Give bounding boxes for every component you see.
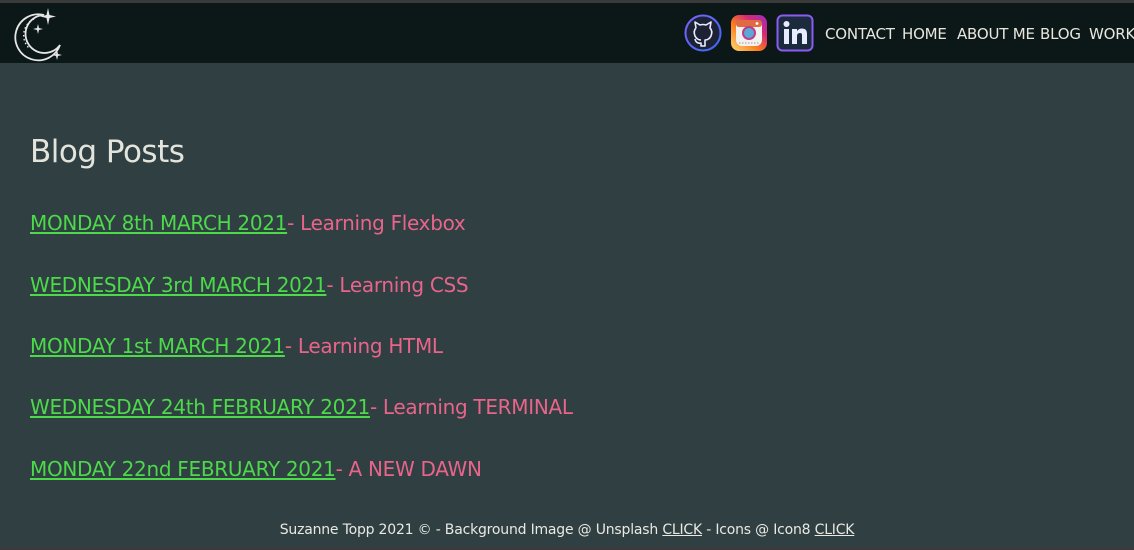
blog-post-item: MONDAY 1st MARCH 2021- Learning HTML — [30, 334, 443, 358]
footer: Suzanne Topp 2021 © - Background Image @… — [0, 522, 1134, 538]
icon8-credit-link[interactable]: CLICK — [815, 522, 855, 538]
post-title: - Learning CSS — [326, 273, 469, 297]
footer-icons-text: - Icons @ Icon8 — [701, 522, 815, 538]
blog-post-item: MONDAY 22nd FEBRUARY 2021- A NEW DAWN — [30, 457, 482, 481]
post-title: - Learning HTML — [284, 334, 443, 358]
blog-post-item: MONDAY 8th MARCH 2021- Learning Flexbox — [30, 211, 466, 235]
nav-work-link[interactable]: WORK — [1089, 25, 1134, 43]
post-title: - Learning TERMINAL — [369, 395, 573, 419]
nav-about-link[interactable]: ABOUT ME — [957, 25, 1035, 43]
post-date-link[interactable]: MONDAY 8th MARCH 2021 — [30, 211, 287, 235]
post-date-link[interactable]: WEDNESDAY 3rd MARCH 2021 — [30, 273, 327, 297]
nav-contact-link[interactable]: CONTACT — [825, 25, 895, 43]
footer-credit-text: Suzanne Topp 2021 © - Background Image @… — [279, 522, 663, 538]
post-date-link[interactable]: MONDAY 22nd FEBRUARY 2021 — [30, 457, 336, 481]
nav-blog-link[interactable]: BLOG — [1040, 25, 1081, 43]
page-title: Blog Posts — [30, 134, 185, 170]
post-title: - Learning Flexbox — [287, 211, 466, 235]
blog-post-item: WEDNESDAY 24th FEBRUARY 2021- Learning T… — [30, 395, 573, 419]
unsplash-credit-link[interactable]: CLICK — [662, 522, 702, 538]
main-nav: CONTACT HOME ABOUT ME BLOG WORK — [0, 3, 1134, 63]
blog-post-item: WEDNESDAY 3rd MARCH 2021- Learning CSS — [30, 273, 469, 297]
post-date-link[interactable]: MONDAY 1st MARCH 2021 — [30, 334, 285, 358]
nav-home-link[interactable]: HOME — [902, 25, 947, 43]
post-title: - A NEW DAWN — [335, 457, 482, 481]
post-date-link[interactable]: WEDNESDAY 24th FEBRUARY 2021 — [30, 395, 370, 419]
